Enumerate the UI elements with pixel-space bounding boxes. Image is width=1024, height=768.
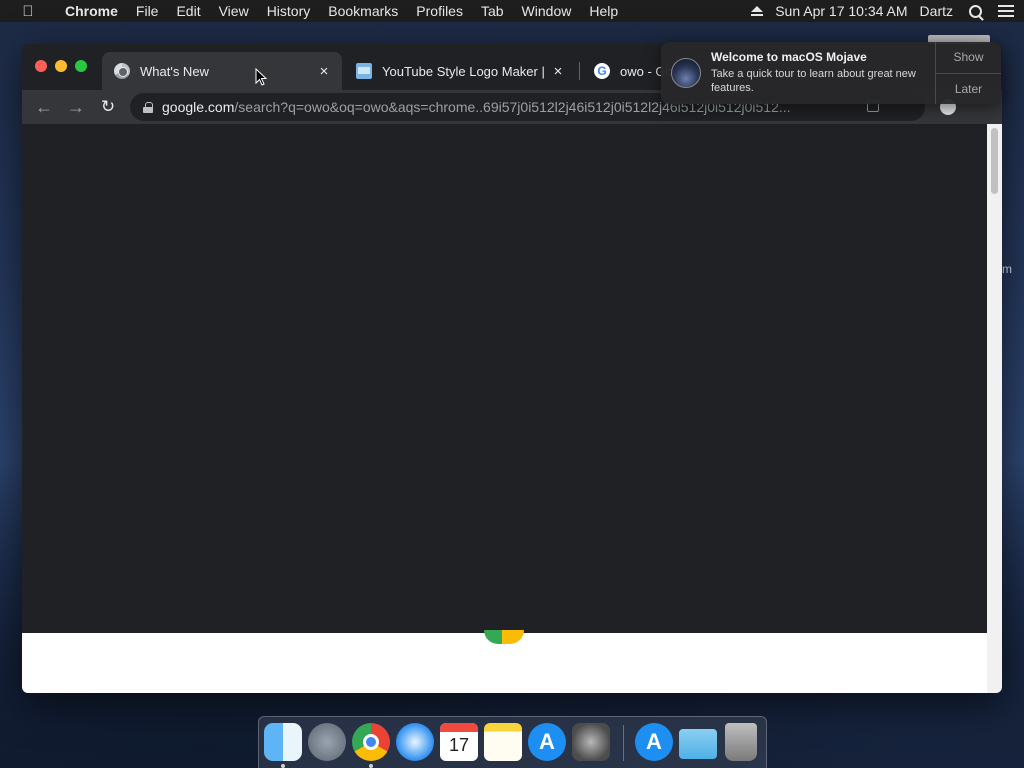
launchpad-icon[interactable] [308, 723, 346, 761]
notification-show-button[interactable]: Show [936, 42, 1001, 73]
menu-bookmarks[interactable]: Bookmarks [319, 3, 407, 19]
app-store-icon[interactable]: A [635, 723, 673, 761]
macos-mojave-icon [671, 58, 701, 88]
url-domain: google.com [162, 99, 235, 115]
forward-button[interactable]: → [66, 97, 86, 117]
window-close-button[interactable] [35, 60, 47, 72]
app-store-icon[interactable]: A [528, 723, 566, 761]
browser-window: What's New × YouTube Style Logo Maker | … [22, 44, 1002, 693]
window-maximize-button[interactable] [75, 60, 87, 72]
clock[interactable]: Sun Apr 17 10:34 AM [769, 3, 913, 19]
menu-edit[interactable]: Edit [167, 3, 209, 19]
tab-whats-new[interactable]: What's New × [102, 52, 342, 90]
tab-close-icon[interactable]: × [548, 63, 568, 80]
apple-menu-icon[interactable]:  [0, 3, 56, 20]
vertical-scrollbar[interactable] [987, 124, 1002, 693]
notification-body: Take a quick tour to learn about great n… [711, 68, 916, 94]
scrollbar-thumb[interactable] [991, 128, 998, 194]
notification-later-button[interactable]: Later [936, 73, 1001, 104]
system-preferences-icon[interactable] [572, 723, 610, 761]
lock-icon[interactable] [143, 101, 153, 113]
back-button[interactable]: ← [34, 97, 54, 117]
calendar-icon[interactable]: 17 [440, 723, 478, 761]
chrome-icon[interactable] [352, 723, 390, 761]
tab-logo-maker[interactable]: YouTube Style Logo Maker | Go × [344, 52, 576, 90]
eject-icon[interactable] [751, 6, 764, 16]
tab-title: YouTube Style Logo Maker | Go [382, 63, 548, 79]
menu-tab[interactable]: Tab [472, 3, 513, 19]
running-indicator [281, 764, 285, 768]
tab-title: What's New [140, 63, 209, 79]
dock: 17 A A [258, 716, 767, 768]
downloads-folder-icon[interactable] [679, 729, 717, 759]
menu-view[interactable]: View [210, 3, 258, 19]
notification-title: Welcome to macOS Mojave [711, 50, 867, 64]
spotlight-search-icon[interactable] [969, 4, 982, 18]
tab-separator [579, 62, 580, 80]
page-content-dark [22, 124, 987, 633]
tab-close-icon[interactable]: × [314, 63, 334, 80]
logo-maker-icon [356, 63, 372, 79]
menu-history[interactable]: History [258, 3, 320, 19]
notes-icon[interactable] [484, 723, 522, 761]
notification-banner[interactable]: Welcome to macOS Mojave Take a quick tou… [661, 42, 1001, 104]
menu-file[interactable]: File [127, 3, 168, 19]
user-name[interactable]: Dartz [914, 3, 959, 19]
menu-help[interactable]: Help [580, 3, 627, 19]
menu-window[interactable]: Window [513, 3, 581, 19]
notification-center-icon[interactable] [998, 5, 1014, 17]
chrome-icon [114, 63, 130, 79]
window-minimize-button[interactable] [55, 60, 67, 72]
reload-button[interactable]: ↻ [98, 97, 118, 117]
notification-actions: Show Later [935, 42, 1001, 104]
desktop-item-label[interactable]: m [1002, 262, 1012, 276]
running-indicator [369, 764, 373, 768]
google-icon: G [594, 63, 610, 79]
menu-profiles[interactable]: Profiles [407, 3, 472, 19]
finder-icon[interactable] [264, 723, 302, 761]
trash-icon[interactable] [725, 723, 757, 761]
app-menu[interactable]: Chrome [56, 3, 127, 19]
menu-bar:  Chrome File Edit View History Bookmark… [0, 0, 1024, 22]
dock-separator [623, 725, 624, 761]
safari-icon[interactable] [396, 723, 434, 761]
